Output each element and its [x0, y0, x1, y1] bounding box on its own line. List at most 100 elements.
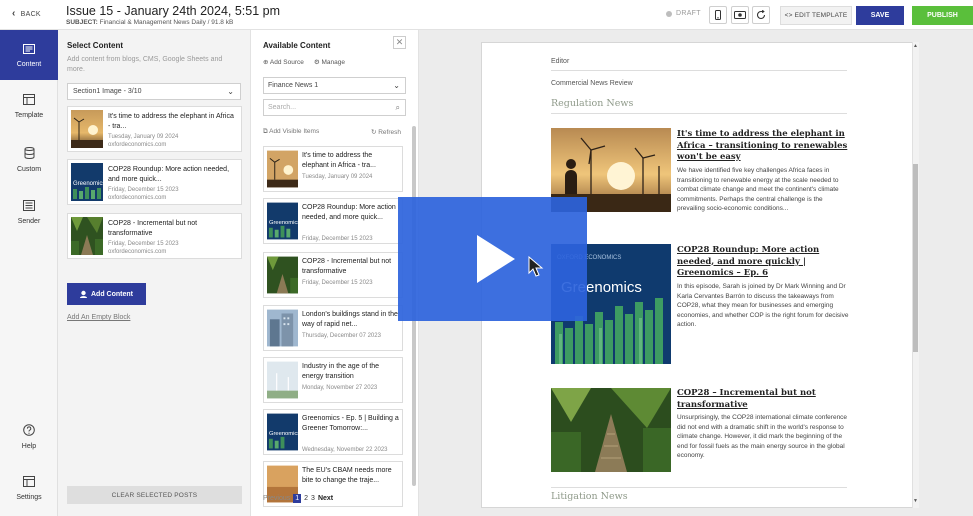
status-badge: DRAFT: [666, 10, 701, 17]
pagination-page[interactable]: 1: [293, 494, 302, 503]
pagination-next[interactable]: Next: [318, 495, 333, 502]
svg-text:Greenomics: Greenomics: [73, 181, 103, 187]
rail-label-template: Template: [14, 112, 44, 119]
rail-item-settings[interactable]: Settings: [0, 476, 58, 501]
wind-farm-thumbnail: [267, 361, 298, 399]
wind-turbine-thumbnail: [267, 150, 298, 188]
forest-thumbnail: [71, 217, 103, 255]
article-headline[interactable]: It's time to address the elephant in Afr…: [677, 129, 849, 164]
card-title: COP28 Roundup: More action needed, and m…: [108, 166, 230, 183]
phone-icon: [715, 10, 721, 20]
preview-scrollbar-thumb[interactable]: [913, 164, 918, 352]
template-icon: [0, 94, 58, 108]
edit-template-button[interactable]: <> EDIT TEMPLATE: [780, 6, 852, 25]
selected-card[interactable]: COP28 - Incremental but not transformati…: [67, 213, 242, 259]
wind-turbine-thumbnail: [71, 110, 103, 148]
card-source: oxfordeconomics.com: [108, 142, 167, 148]
chevron-left-icon: ‹: [12, 8, 16, 19]
add-content-button[interactable]: Add Content: [67, 283, 146, 305]
add-source-link[interactable]: ⊕ Add Source: [263, 58, 304, 66]
back-button[interactable]: ‹ BACK: [12, 9, 41, 19]
rail-item-help[interactable]: Help: [0, 424, 58, 450]
card-title: COP28 - Incremental but not transformati…: [108, 220, 198, 237]
refresh-icon: ↻: [370, 129, 377, 136]
content-icon: [0, 43, 58, 57]
issue-title: Issue 15 - January 24th 2024, 5:51 pm: [66, 4, 281, 18]
item-date: Friday, December 15 2023: [302, 236, 373, 242]
list-item[interactable]: COP28 - Incremental but not transformati…: [263, 252, 403, 298]
close-icon[interactable]: ✕: [393, 36, 406, 49]
newsletter-name: Commercial News Review: [551, 80, 633, 87]
help-icon: [0, 424, 58, 439]
divider: [551, 113, 847, 114]
mobile-preview-button[interactable]: [709, 6, 727, 24]
rail-label-sender: Sender: [17, 218, 41, 225]
section-heading: Litigation News: [551, 491, 628, 502]
item-title: The EU's CBAM needs more bite to change …: [302, 467, 392, 484]
save-button[interactable]: SAVE: [856, 6, 904, 25]
greenomics-thumbnail: Greenomics: [267, 202, 298, 240]
list-item[interactable]: Greenomics Greenomics - Ep. 5 | Building…: [263, 409, 403, 455]
greenomics-thumbnail: Greenomics: [71, 163, 103, 201]
database-icon: [0, 147, 58, 162]
item-title: COP28 Roundup: More action needed, and m…: [302, 204, 396, 221]
forest-thumbnail: [267, 256, 298, 294]
back-label: BACK: [20, 10, 41, 18]
rail-item-sender[interactable]: Sender: [0, 200, 58, 225]
article-headline[interactable]: COP28 Roundup: More action needed, and m…: [677, 245, 849, 280]
available-content-title: Available Content: [263, 41, 331, 50]
editor-label: Editor: [551, 58, 570, 65]
chevron-down-icon: ⌄: [393, 81, 400, 90]
list-item[interactable]: London's buildings stand in the way of r…: [263, 305, 403, 351]
mouse-cursor-icon: [528, 256, 544, 277]
search-input[interactable]: Search... ⌕: [263, 99, 406, 116]
search-placeholder: Search...: [268, 104, 297, 111]
article-image-forest: [551, 388, 671, 472]
available-content-panel: Available Content ✕ ⊕ Add Source ⚙ Manag…: [251, 30, 419, 516]
refresh-button[interactable]: [752, 6, 770, 24]
rail-item-content[interactable]: Content: [0, 30, 58, 80]
list-item[interactable]: Industry in the age of the energy transi…: [263, 357, 403, 403]
pagination-page[interactable]: 2: [304, 495, 308, 502]
add-empty-block-link[interactable]: Add An Empty Block: [67, 314, 130, 321]
video-play-button[interactable]: [398, 197, 587, 321]
status-label: DRAFT: [676, 10, 701, 17]
divider: [551, 70, 847, 71]
pagination-previous[interactable]: Previous: [263, 495, 290, 502]
refresh-icon: [756, 10, 766, 20]
item-date: Monday, November 27 2023: [302, 385, 378, 391]
list-item[interactable]: Greenomics COP28 Roundup: More action ne…: [263, 198, 403, 244]
select-content-title: Select Content: [67, 41, 124, 50]
status-dot-icon: [666, 10, 672, 17]
rail-item-custom[interactable]: Custom: [0, 147, 58, 173]
chevron-down-icon: ⌄: [227, 87, 234, 96]
feed-dropdown[interactable]: Finance News 1 ⌄: [263, 77, 406, 94]
scroll-down-icon[interactable]: ▼: [913, 498, 918, 504]
svg-text:Greenomics: Greenomics: [269, 220, 298, 226]
publish-button[interactable]: PUBLISH: [912, 6, 973, 25]
copy-icon: ⧉: [263, 128, 268, 135]
article-headline[interactable]: COP28 – Incremental but not transformati…: [677, 388, 849, 411]
item-date: Wednesday, November 22 2023: [302, 447, 388, 453]
card-title: It's time to address the elephant in Afr…: [108, 113, 234, 130]
list-item[interactable]: It's time to address the elephant in Afr…: [263, 146, 403, 192]
refresh-list-button[interactable]: ↻ Refresh: [371, 128, 401, 136]
item-title: COP28 - Incremental but not transformati…: [302, 258, 392, 275]
manage-label: Manage: [321, 59, 346, 66]
select-content-description: Add content from blogs, CMS, Google Shee…: [67, 56, 223, 73]
selected-card[interactable]: It's time to address the elephant in Afr…: [67, 106, 242, 152]
scroll-up-icon[interactable]: ▲: [913, 43, 918, 49]
rail-item-template[interactable]: Template: [0, 94, 58, 119]
search-icon: ⌕: [395, 103, 400, 112]
selected-card[interactable]: Greenomics COP28 Roundup: More action ne…: [67, 159, 242, 205]
section-dropdown[interactable]: Section1 Image - 3/10 ⌄: [67, 83, 241, 100]
rail-label-help: Help: [21, 443, 37, 450]
issue-subject: SUBJECT: Financial & Management News Dai…: [66, 19, 233, 26]
card-source: oxfordeconomics.com: [108, 195, 167, 201]
card-date: Friday, December 15 2023: [108, 187, 179, 193]
clear-selected-button[interactable]: CLEAR SELECTED POSTS: [67, 486, 242, 504]
pagination-page[interactable]: 3: [311, 495, 315, 502]
manage-link[interactable]: ⚙ Manage: [314, 58, 345, 66]
preview-button[interactable]: [731, 6, 749, 24]
add-visible-items-button[interactable]: ⧉ Add Visible Items: [263, 128, 319, 135]
